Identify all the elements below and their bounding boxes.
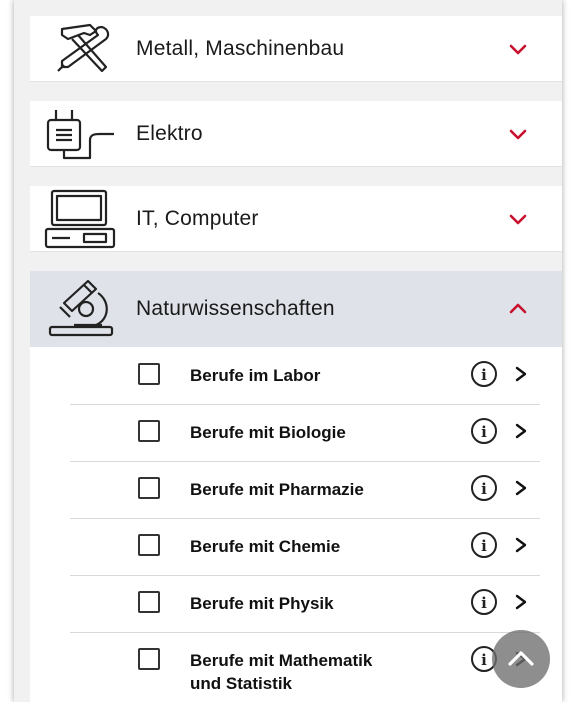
- subitem-label: Berufe mit Mathematik und Statistik: [190, 649, 372, 695]
- checkbox[interactable]: [138, 477, 160, 499]
- list-item[interactable]: Berufe mit Chemie i: [70, 518, 540, 576]
- subitem-label-line: Berufe mit Mathematik: [190, 651, 373, 670]
- checkbox[interactable]: [138, 534, 160, 556]
- list-item[interactable]: Berufe mit Pharmazie i: [70, 461, 540, 519]
- svg-text:i: i: [481, 651, 487, 669]
- svg-text:i: i: [481, 480, 487, 498]
- subitem-label: Berufe mit Physik: [190, 594, 334, 613]
- subitem-label: Berufe mit Pharmazie: [190, 480, 364, 499]
- checkbox[interactable]: [138, 363, 160, 385]
- chevron-up-icon[interactable]: [508, 302, 528, 316]
- svg-text:i: i: [481, 537, 487, 555]
- list-item[interactable]: Berufe im Labor i: [70, 347, 540, 405]
- category-elektro[interactable]: Elektro: [30, 101, 562, 167]
- category-naturwissenschaften[interactable]: Naturwissenschaften: [30, 271, 562, 347]
- svg-text:i: i: [481, 366, 487, 384]
- list-item[interactable]: Berufe mit Biologie i: [70, 404, 540, 462]
- subcategory-list: Berufe im Labor i Berufe mit Biologie i …: [30, 347, 562, 702]
- plug-icon: [46, 109, 114, 159]
- chevron-right-icon[interactable]: [513, 592, 529, 612]
- category-label: IT, Computer: [136, 206, 259, 230]
- svg-text:i: i: [481, 594, 487, 612]
- checkbox[interactable]: [138, 591, 160, 613]
- info-icon[interactable]: i: [470, 360, 498, 388]
- computer-icon: [44, 189, 116, 248]
- subitem-label-line: und Statistik: [190, 674, 293, 693]
- svg-text:i: i: [481, 423, 487, 441]
- category-label: Elektro: [136, 121, 203, 145]
- chevron-right-icon[interactable]: [513, 421, 529, 441]
- chevron-up-icon: [508, 651, 534, 666]
- info-icon[interactable]: i: [470, 588, 498, 616]
- category-metall-maschinenbau[interactable]: Metall, Maschinenbau: [30, 16, 562, 82]
- scroll-to-top-button[interactable]: [492, 630, 550, 688]
- checkbox[interactable]: [138, 648, 160, 670]
- info-icon[interactable]: i: [470, 417, 498, 445]
- checkbox[interactable]: [138, 420, 160, 442]
- list-item[interactable]: Berufe mit Mathematik und Statistik i: [70, 632, 540, 702]
- subitem-label: Berufe mit Biologie: [190, 423, 346, 442]
- chevron-down-icon[interactable]: [508, 42, 528, 56]
- category-list-panel: Metall, Maschinenbau Elektro IT, Compute…: [14, 0, 562, 702]
- category-it-computer[interactable]: IT, Computer: [30, 186, 562, 252]
- info-icon[interactable]: i: [470, 531, 498, 559]
- category-label: Metall, Maschinenbau: [136, 36, 345, 60]
- chevron-right-icon[interactable]: [513, 364, 529, 384]
- chevron-right-icon[interactable]: [513, 478, 529, 498]
- category-label: Naturwissenschaften: [136, 297, 335, 320]
- chevron-down-icon[interactable]: [508, 212, 528, 226]
- subitem-label: Berufe im Labor: [190, 366, 321, 385]
- microscope-icon: [48, 279, 114, 337]
- hammer-wrench-icon: [57, 23, 110, 72]
- info-icon[interactable]: i: [470, 474, 498, 502]
- subitem-label: Berufe mit Chemie: [190, 537, 341, 556]
- chevron-right-icon[interactable]: [513, 535, 529, 555]
- list-item[interactable]: Berufe mit Physik i: [70, 575, 540, 633]
- chevron-down-icon[interactable]: [508, 127, 528, 141]
